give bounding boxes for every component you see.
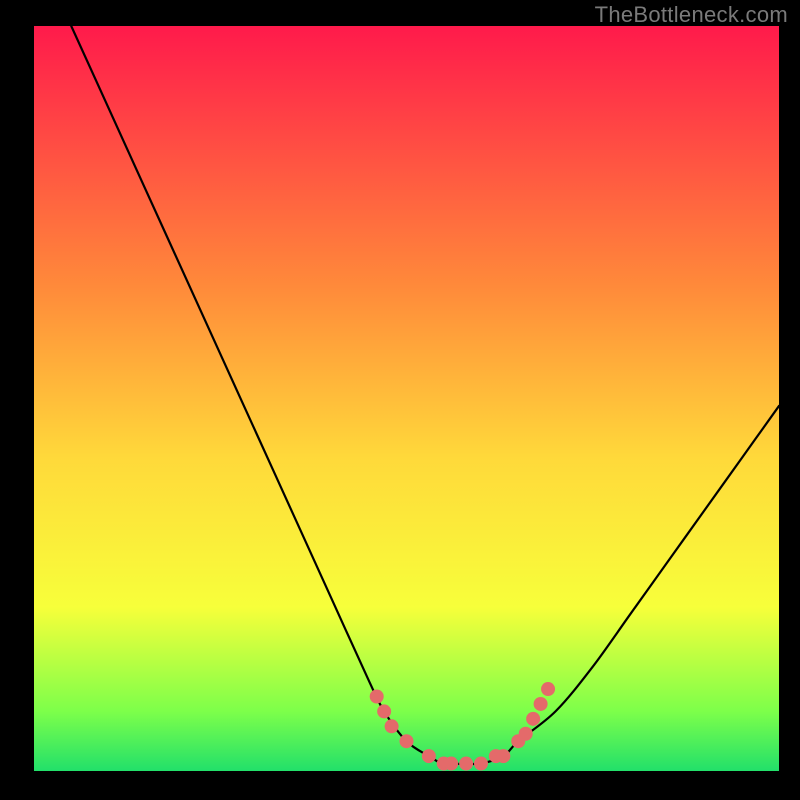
- highlight-dot: [385, 719, 399, 733]
- highlight-dot: [422, 749, 436, 763]
- highlight-dot: [519, 727, 533, 741]
- highlight-dot: [474, 757, 488, 771]
- highlight-dot: [534, 697, 548, 711]
- highlight-dot: [444, 757, 458, 771]
- chart-svg: [34, 26, 779, 771]
- highlight-dot: [541, 682, 555, 696]
- highlight-dot: [400, 734, 414, 748]
- plot-area: [34, 26, 779, 771]
- highlight-dot: [459, 757, 473, 771]
- highlight-dot: [370, 690, 384, 704]
- highlight-dot: [377, 704, 391, 718]
- watermark-text: TheBottleneck.com: [595, 2, 788, 28]
- highlight-dot: [496, 749, 510, 763]
- gradient-background: [34, 26, 779, 771]
- chart-frame: TheBottleneck.com: [0, 0, 800, 800]
- highlight-dot: [526, 712, 540, 726]
